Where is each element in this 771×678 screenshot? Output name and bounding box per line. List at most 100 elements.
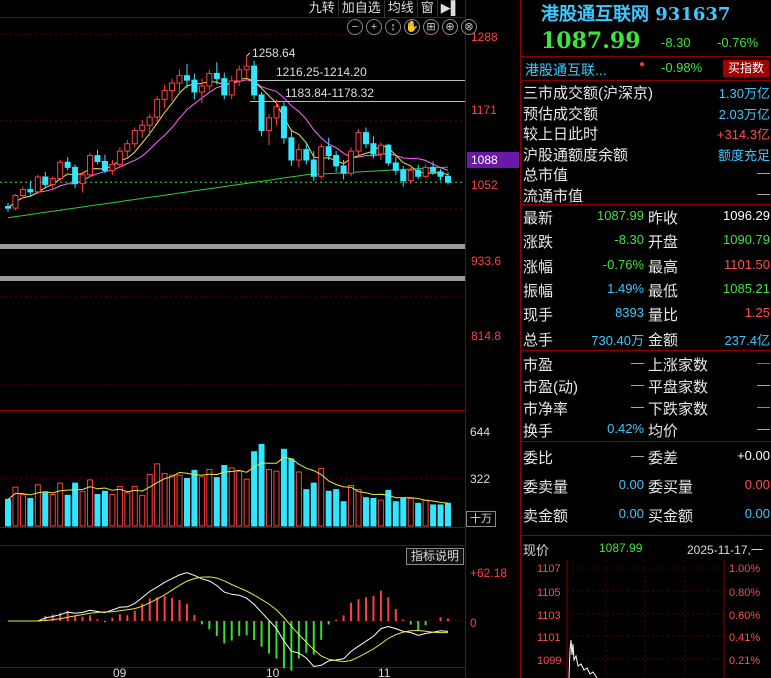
quote-key: 委比: [523, 450, 554, 467]
moving-average-button[interactable]: 均线: [385, 0, 418, 17]
quote-key: 买金额: [648, 508, 694, 525]
candle-body: [385, 144, 392, 164]
collapse-panel-icon[interactable]: ▶▌: [438, 0, 463, 17]
buy-index-button[interactable]: 买指数: [723, 60, 769, 77]
candle-body: [198, 85, 205, 93]
summary-value: —: [757, 165, 770, 180]
quote-value: —: [631, 377, 644, 392]
candle-body: [295, 149, 302, 161]
volume-bar: [422, 499, 429, 527]
grid-icon[interactable]: ⊞: [423, 19, 439, 35]
quote-row: 委比 — 委差 +0.00: [523, 445, 770, 469]
quote-value: —: [631, 448, 644, 463]
price-axis-label: 933.6: [471, 254, 502, 268]
candle-body: [57, 161, 64, 179]
volume-bar: [221, 464, 228, 527]
gap-band: [0, 276, 465, 281]
summary-key: 预估成交额: [523, 105, 599, 123]
quote-row: 涨幅 -0.76% 最高 1101.50: [523, 254, 770, 278]
gap-band: [0, 244, 465, 249]
nine-turn-button[interactable]: 九转: [306, 0, 339, 17]
candle-body: [258, 94, 265, 131]
quote-key: 涨跌: [523, 234, 554, 252]
volume-bar: [161, 473, 168, 527]
summary-key: 三市成交额(沪深京): [523, 85, 653, 102]
candle-body: [139, 124, 146, 131]
quote-row: 委卖量 0.00 委买量 0.00: [523, 474, 770, 498]
quote-value: 1090.79: [723, 232, 770, 248]
volume-bar: [288, 458, 295, 527]
candle-body: [161, 89, 168, 100]
indicator-axis-label: 0: [470, 616, 477, 630]
quote-value: 1085.21: [723, 280, 770, 296]
intraday-label: 现价: [523, 543, 550, 558]
divider: [521, 535, 771, 536]
intraday-right-axis-label: 1.00%: [729, 563, 761, 575]
volume-bar: [79, 490, 86, 527]
volume-bar: [258, 443, 265, 527]
kline-chart-panel[interactable]: 九转 加自选 均线 窗 ▶▌ − + ↕ ✋ ⊞ ⊕ ⊗ 1288 1171 1…: [0, 0, 520, 678]
volume-bar: [57, 482, 64, 527]
volume-bar: [280, 448, 287, 527]
volume-bar: [49, 493, 56, 527]
volume-unit-label: 十万: [466, 511, 496, 527]
volume-bar: [415, 502, 422, 527]
intraday-left-axis-label: 1107: [537, 563, 561, 575]
quote-key: 开盘: [648, 234, 679, 252]
candle-body: [288, 137, 295, 161]
volume-bar: [101, 490, 108, 527]
add-watchlist-button[interactable]: 加自选: [339, 0, 385, 17]
candle-body: [124, 143, 131, 152]
candle-body: [318, 146, 325, 177]
quote-value: 1101.50: [723, 256, 770, 272]
quote-value: 1.49%: [607, 280, 644, 296]
volume-bar: [42, 492, 49, 527]
candle-body: [340, 165, 347, 174]
kline-chart-canvas[interactable]: [0, 0, 520, 678]
related-index-percent: -0.98%: [661, 60, 703, 75]
price-change: -8.30: [661, 35, 691, 50]
quote-panel: 港股通互联网 931637 1087.99 -8.30 -0.76% 港股通互联…: [520, 0, 771, 678]
quote-value: 1.25: [744, 305, 770, 321]
price-change-percent: -0.76%: [717, 35, 759, 50]
volume-bar: [355, 489, 362, 527]
summary-row: 预估成交额 2.03万亿: [523, 102, 770, 123]
quote-value: 730.40万: [591, 332, 644, 348]
volume-bar: [169, 474, 176, 527]
candle-body: [94, 155, 101, 162]
date-axis-label: 11: [378, 666, 391, 678]
zoom-out-icon[interactable]: −: [347, 19, 363, 35]
volume-bar: [445, 502, 451, 527]
pan-hand-icon[interactable]: ✋: [404, 19, 420, 35]
quote-value: —: [757, 421, 770, 436]
related-index-link[interactable]: 港股通互联...: [525, 60, 607, 80]
quote-value: —: [757, 355, 770, 370]
window-button[interactable]: 窗: [418, 0, 438, 17]
volume-bar: [325, 490, 332, 527]
candle-body: [183, 75, 190, 81]
candle-body: [437, 171, 444, 177]
intraday-price: 1087.99: [599, 541, 643, 555]
intraday-right-axis-label: 0.41%: [729, 632, 761, 644]
candle-body: [109, 163, 116, 171]
volume-bar: [407, 497, 414, 527]
candle-body: [303, 149, 310, 161]
zoom-in-icon[interactable]: +: [366, 19, 382, 35]
volume-bar: [213, 477, 220, 527]
volume-bar: [340, 501, 347, 527]
date-axis-label: 09: [113, 666, 127, 678]
summary-row: 较上日此时 +314.3亿: [523, 122, 770, 143]
resize-vertical-icon[interactable]: ↕: [385, 19, 401, 35]
volume-axis-label: 644: [470, 425, 491, 439]
gap-band-label: 1216.25-1214.20: [276, 65, 367, 79]
intraday-right-axis-label: 0.80%: [729, 587, 761, 599]
add-indicator-icon[interactable]: ⊕: [442, 19, 458, 35]
candle-body: [34, 176, 41, 193]
index-name: 港股通互联网: [541, 4, 649, 25]
quote-value: -0.76%: [602, 256, 644, 272]
volume-bar: [348, 485, 355, 527]
indicator-help-button[interactable]: 指标说明: [406, 548, 464, 565]
candle-body: [266, 117, 273, 131]
candle-body: [79, 174, 86, 185]
volume-bar: [139, 494, 146, 527]
